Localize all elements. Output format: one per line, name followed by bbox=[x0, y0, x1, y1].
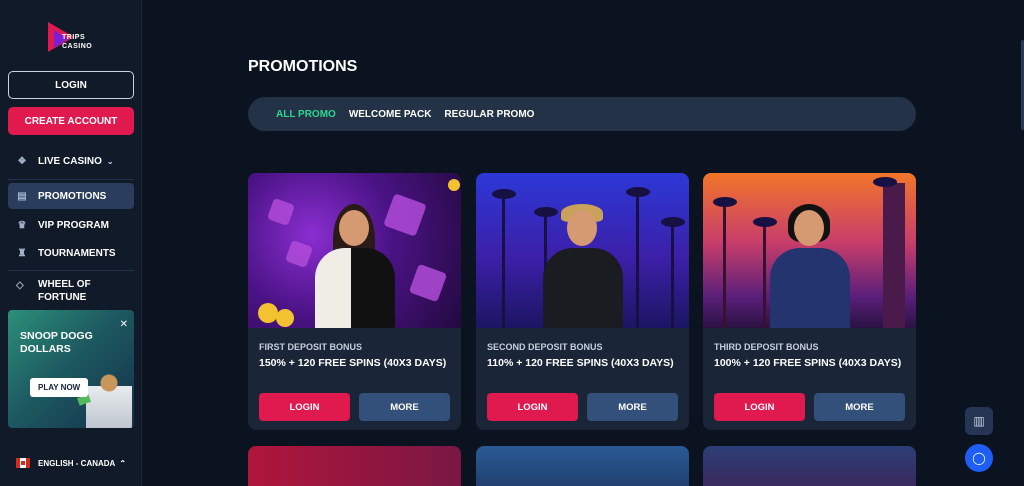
promo-card: THIRD DEPOSIT BONUS 100% + 120 FREE SPIN… bbox=[703, 173, 916, 430]
page-title: PROMOTIONS bbox=[248, 58, 358, 75]
promo-card-preview[interactable] bbox=[703, 446, 916, 486]
close-icon[interactable]: ✕ bbox=[120, 319, 128, 330]
tab-all-promo[interactable]: ALL PROMO bbox=[276, 109, 336, 120]
dice-decoration bbox=[408, 263, 448, 303]
promo-card: FIRST DEPOSIT BONUS 150% + 120 FREE SPIN… bbox=[248, 173, 461, 430]
promo-card-image bbox=[703, 173, 916, 328]
chat-button[interactable]: ◯ bbox=[965, 444, 993, 472]
create-account-button[interactable]: CREATE ACCOUNT bbox=[8, 107, 134, 135]
sidebar-promo-banner[interactable]: SNOOP DOGG DOLLARS PLAY NOW ✕ bbox=[8, 310, 134, 428]
sidebar-item-promotions[interactable]: ▤ PROMOTIONS bbox=[8, 183, 134, 209]
banner-title: SNOOP DOGG DOLLARS bbox=[20, 330, 93, 355]
sidebar-item-label: LIVE CASINO bbox=[38, 155, 102, 167]
sidebar-item-live-casino[interactable]: ❖ LIVE CASINO ⌄ bbox=[8, 148, 134, 174]
card-more-button[interactable]: MORE bbox=[814, 393, 905, 421]
sidebar-divider bbox=[8, 270, 134, 271]
bar-chart-icon: ▥ bbox=[973, 414, 985, 428]
promo-card-description: 150% + 120 FREE SPINS (40X3 DAYS) bbox=[259, 357, 447, 369]
promo-card-description: 100% + 120 FREE SPINS (40X3 DAYS) bbox=[714, 357, 902, 369]
promo-card-preview[interactable] bbox=[476, 446, 689, 486]
promo-tabs: ALL PROMO WELCOME PACK REGULAR PROMO bbox=[248, 97, 916, 131]
promo-card-title: THIRD DEPOSIT BONUS bbox=[714, 342, 819, 352]
tab-welcome-pack[interactable]: WELCOME PACK bbox=[349, 109, 432, 120]
canada-flag-icon bbox=[16, 458, 30, 468]
promo-card-description: 110% + 120 FREE SPINS (40X3 DAYS) bbox=[487, 357, 674, 369]
promo-character bbox=[537, 200, 629, 328]
chevron-up-icon: ⌃ bbox=[119, 458, 127, 468]
promo-card-preview[interactable] bbox=[248, 446, 461, 486]
card-login-button[interactable]: LOGIN bbox=[714, 393, 805, 421]
promo-card-image bbox=[248, 173, 461, 328]
promo-character bbox=[764, 200, 856, 328]
coin-decoration bbox=[258, 303, 278, 323]
language-selector[interactable]: ENGLISH - CANADA ⌃ bbox=[16, 458, 126, 468]
brand-logo[interactable]: TRIPS CASINO bbox=[46, 22, 106, 56]
sidebar-item-wheel-of-fortune[interactable]: ◇ WHEEL OF FORTUNE bbox=[8, 278, 134, 304]
promo-card-title: FIRST DEPOSIT BONUS bbox=[259, 342, 363, 352]
coin-decoration bbox=[448, 179, 460, 191]
crown-icon: ♛ bbox=[17, 219, 27, 231]
sidebar-item-vip-program[interactable]: ♛ VIP PROGRAM bbox=[8, 212, 134, 238]
sidebar-item-label: WHEEL OF FORTUNE bbox=[38, 279, 91, 303]
dice-decoration bbox=[266, 197, 296, 227]
card-more-button[interactable]: MORE bbox=[359, 393, 450, 421]
stats-button[interactable]: ▥ bbox=[965, 407, 993, 435]
banner-character-image bbox=[86, 368, 132, 428]
sidebar-login-button[interactable]: LOGIN bbox=[8, 71, 134, 99]
promo-card: SECOND DEPOSIT BONUS 110% + 120 FREE SPI… bbox=[476, 173, 689, 430]
sidebar-item-label: VIP PROGRAM bbox=[38, 219, 109, 231]
sidebar-item-tournaments[interactable]: ♜ TOURNAMENTS bbox=[8, 240, 134, 266]
brand-name-line2: CASINO bbox=[62, 43, 93, 50]
card-more-button[interactable]: MORE bbox=[587, 393, 678, 421]
brand-name-line1: TRIPS bbox=[62, 34, 86, 41]
building-decoration bbox=[873, 177, 905, 328]
promo-card-title: SECOND DEPOSIT BONUS bbox=[487, 342, 603, 352]
cards-icon: ❖ bbox=[17, 155, 27, 167]
coin-decoration bbox=[276, 309, 294, 327]
sidebar: TRIPS CASINO LOGIN CREATE ACCOUNT ❖ LIVE… bbox=[0, 0, 142, 486]
card-login-button[interactable]: LOGIN bbox=[487, 393, 578, 421]
tab-regular-promo[interactable]: REGULAR PROMO bbox=[444, 109, 534, 120]
palm-decoration bbox=[713, 197, 737, 328]
page-scrollbar[interactable] bbox=[1020, 0, 1024, 486]
sidebar-divider bbox=[8, 179, 134, 180]
promo-card-image bbox=[476, 173, 689, 328]
chat-bubble-icon: ◯ bbox=[972, 451, 986, 465]
play-now-button[interactable]: PLAY NOW bbox=[30, 378, 89, 397]
palm-decoration bbox=[626, 187, 650, 328]
language-label: ENGLISH - CANADA bbox=[38, 458, 116, 468]
sidebar-item-label: TOURNAMENTS bbox=[38, 247, 116, 259]
promo-character bbox=[309, 200, 401, 328]
gift-icon: ▤ bbox=[17, 190, 27, 202]
chevron-down-icon: ⌄ bbox=[106, 156, 114, 166]
card-login-button[interactable]: LOGIN bbox=[259, 393, 350, 421]
trophy-icon: ♜ bbox=[17, 247, 27, 259]
palm-decoration bbox=[661, 217, 685, 328]
sidebar-item-label: PROMOTIONS bbox=[38, 190, 107, 202]
palm-decoration bbox=[492, 189, 516, 328]
tag-icon: ◇ bbox=[16, 280, 24, 291]
